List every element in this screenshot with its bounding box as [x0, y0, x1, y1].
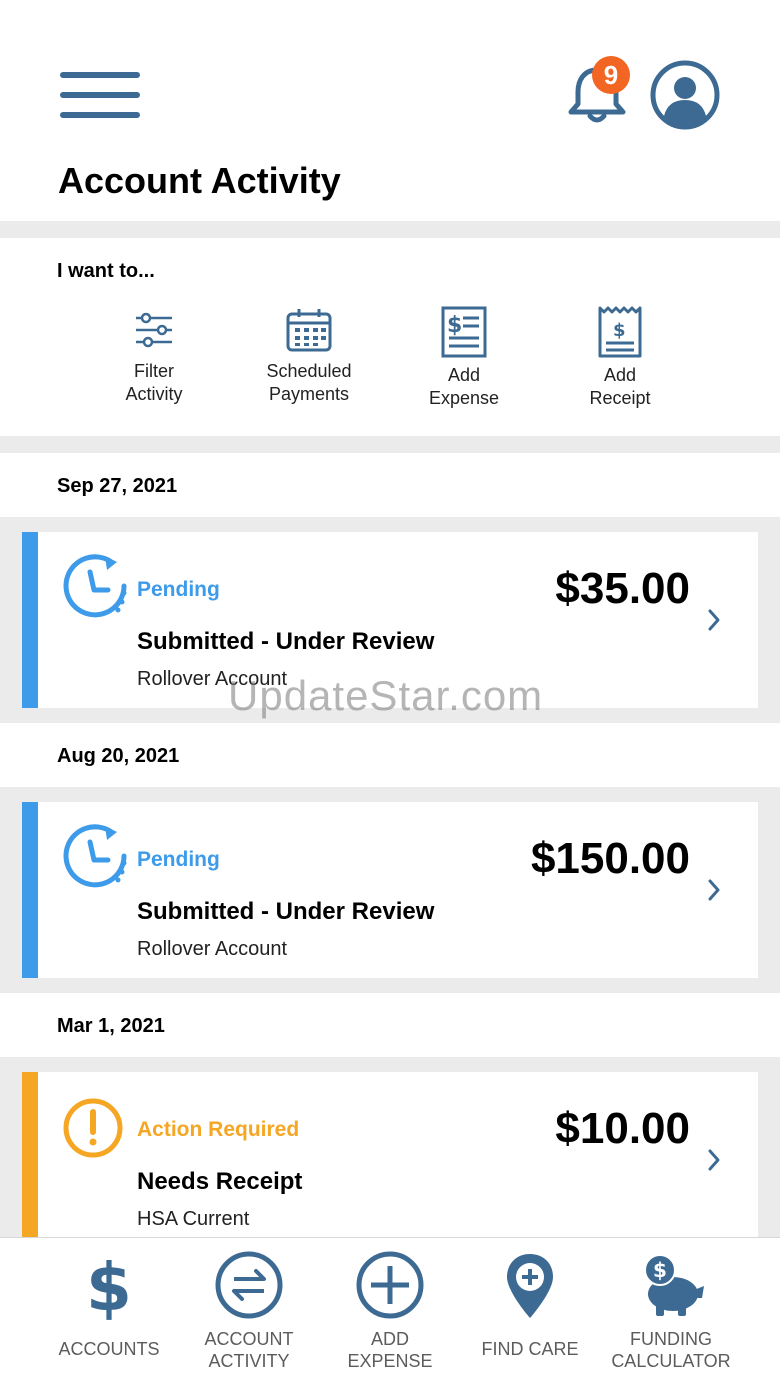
date-header: Aug 20, 2021: [0, 723, 780, 787]
tab-label: ADD: [370, 1329, 409, 1349]
activity-card[interactable]: Pending $150.00 Submitted - Under Review…: [22, 802, 758, 978]
tab-funding-calculator[interactable]: $ FUNDING CALCULATOR: [596, 1250, 746, 1372]
svg-text:$: $: [447, 313, 462, 338]
status-bar: [22, 532, 38, 708]
action-label: Payments: [268, 384, 350, 404]
activity-description: Needs Receipt: [137, 1168, 303, 1195]
alert-circle-icon: [63, 1098, 123, 1158]
bottom-tab-bar: $ ACCOUNTS ACCOUNT ACTIVITY ADD EXPENSE FI…: [0, 1237, 780, 1387]
sliders-icon: [136, 312, 172, 348]
chevron-right-icon[interactable]: [704, 1146, 724, 1174]
action-label: Expense: [428, 388, 500, 408]
account-name: HSA Current: [137, 1208, 250, 1230]
app-header: 9 Account Activity: [0, 0, 780, 221]
action-label: Scheduled: [266, 361, 352, 381]
amount: $35.00: [555, 564, 690, 613]
receipt-icon: $: [598, 306, 642, 358]
location-plus-icon: [507, 1254, 553, 1318]
activity-card[interactable]: Action Required $10.00 Needs Receipt HSA…: [22, 1072, 758, 1242]
action-label: Add: [603, 365, 637, 385]
chevron-right-icon[interactable]: [704, 606, 724, 634]
add-expense-action-button[interactable]: $ Add Expense: [394, 306, 534, 410]
chevron-right-icon[interactable]: [704, 876, 724, 904]
tab-label: FUNDING: [630, 1329, 712, 1349]
date-label: Mar 1, 2021: [57, 1015, 165, 1037]
plus-circle-icon: [356, 1251, 424, 1319]
date-label: Sep 27, 2021: [57, 475, 178, 497]
svg-text:$: $: [653, 1258, 667, 1282]
amount: $150.00: [530, 834, 690, 883]
svg-text:$: $: [86, 1250, 132, 1320]
action-label: Activity: [125, 384, 183, 404]
tab-accounts[interactable]: $ ACCOUNTS: [34, 1250, 184, 1360]
action-label: Add: [447, 365, 481, 385]
action-label: Receipt: [589, 388, 651, 408]
calendar-icon: [286, 309, 332, 352]
tab-label: FIND CARE: [481, 1339, 579, 1359]
status-label: Pending: [137, 848, 220, 871]
add-receipt-button[interactable]: $ Add Receipt: [550, 306, 690, 410]
tab-add-expense[interactable]: ADD EXPENSE: [315, 1250, 465, 1372]
filter-activity-button[interactable]: Filter Activity: [84, 306, 224, 406]
piggy-bank-icon: $: [644, 1254, 704, 1316]
tab-label: ACCOUNTS: [58, 1339, 160, 1359]
tab-label: EXPENSE: [347, 1351, 433, 1371]
tab-label: ACCOUNT: [204, 1329, 294, 1349]
document-dollar-icon: $: [441, 306, 487, 358]
hamburger-menu-icon[interactable]: [60, 72, 140, 118]
amount: $10.00: [555, 1104, 690, 1153]
scheduled-payments-button[interactable]: Scheduled Payments: [239, 306, 379, 406]
tab-find-care[interactable]: FIND CARE: [455, 1250, 605, 1360]
account-name: Rollover Account: [137, 938, 288, 960]
watermark: UpdateStar.com: [228, 672, 544, 719]
notification-badge[interactable]: 9: [592, 56, 630, 94]
action-label: Filter: [134, 361, 174, 381]
status-bar: [22, 1072, 38, 1242]
dollar-icon: $: [86, 1250, 132, 1320]
tab-label: CALCULATOR: [611, 1351, 731, 1371]
date-header: Mar 1, 2021: [0, 993, 780, 1057]
status-label: Pending: [137, 578, 220, 601]
user-avatar-icon[interactable]: [650, 60, 720, 130]
svg-text:$: $: [613, 320, 626, 341]
date-label: Aug 20, 2021: [57, 745, 180, 767]
date-header: Sep 27, 2021: [0, 453, 780, 517]
activity-description: Submitted - Under Review: [137, 628, 435, 655]
pending-clock-icon: [63, 554, 127, 618]
quick-actions-label: I want to...: [57, 260, 155, 282]
status-bar: [22, 802, 38, 978]
status-label: Action Required: [137, 1118, 300, 1141]
tab-label: ACTIVITY: [208, 1351, 290, 1371]
tab-account-activity[interactable]: ACCOUNT ACTIVITY: [174, 1250, 324, 1372]
activity-description: Submitted - Under Review: [137, 898, 435, 925]
page-title: Account Activity: [58, 160, 341, 201]
pending-clock-icon: [63, 824, 127, 888]
exchange-arrows-icon: [215, 1251, 283, 1319]
